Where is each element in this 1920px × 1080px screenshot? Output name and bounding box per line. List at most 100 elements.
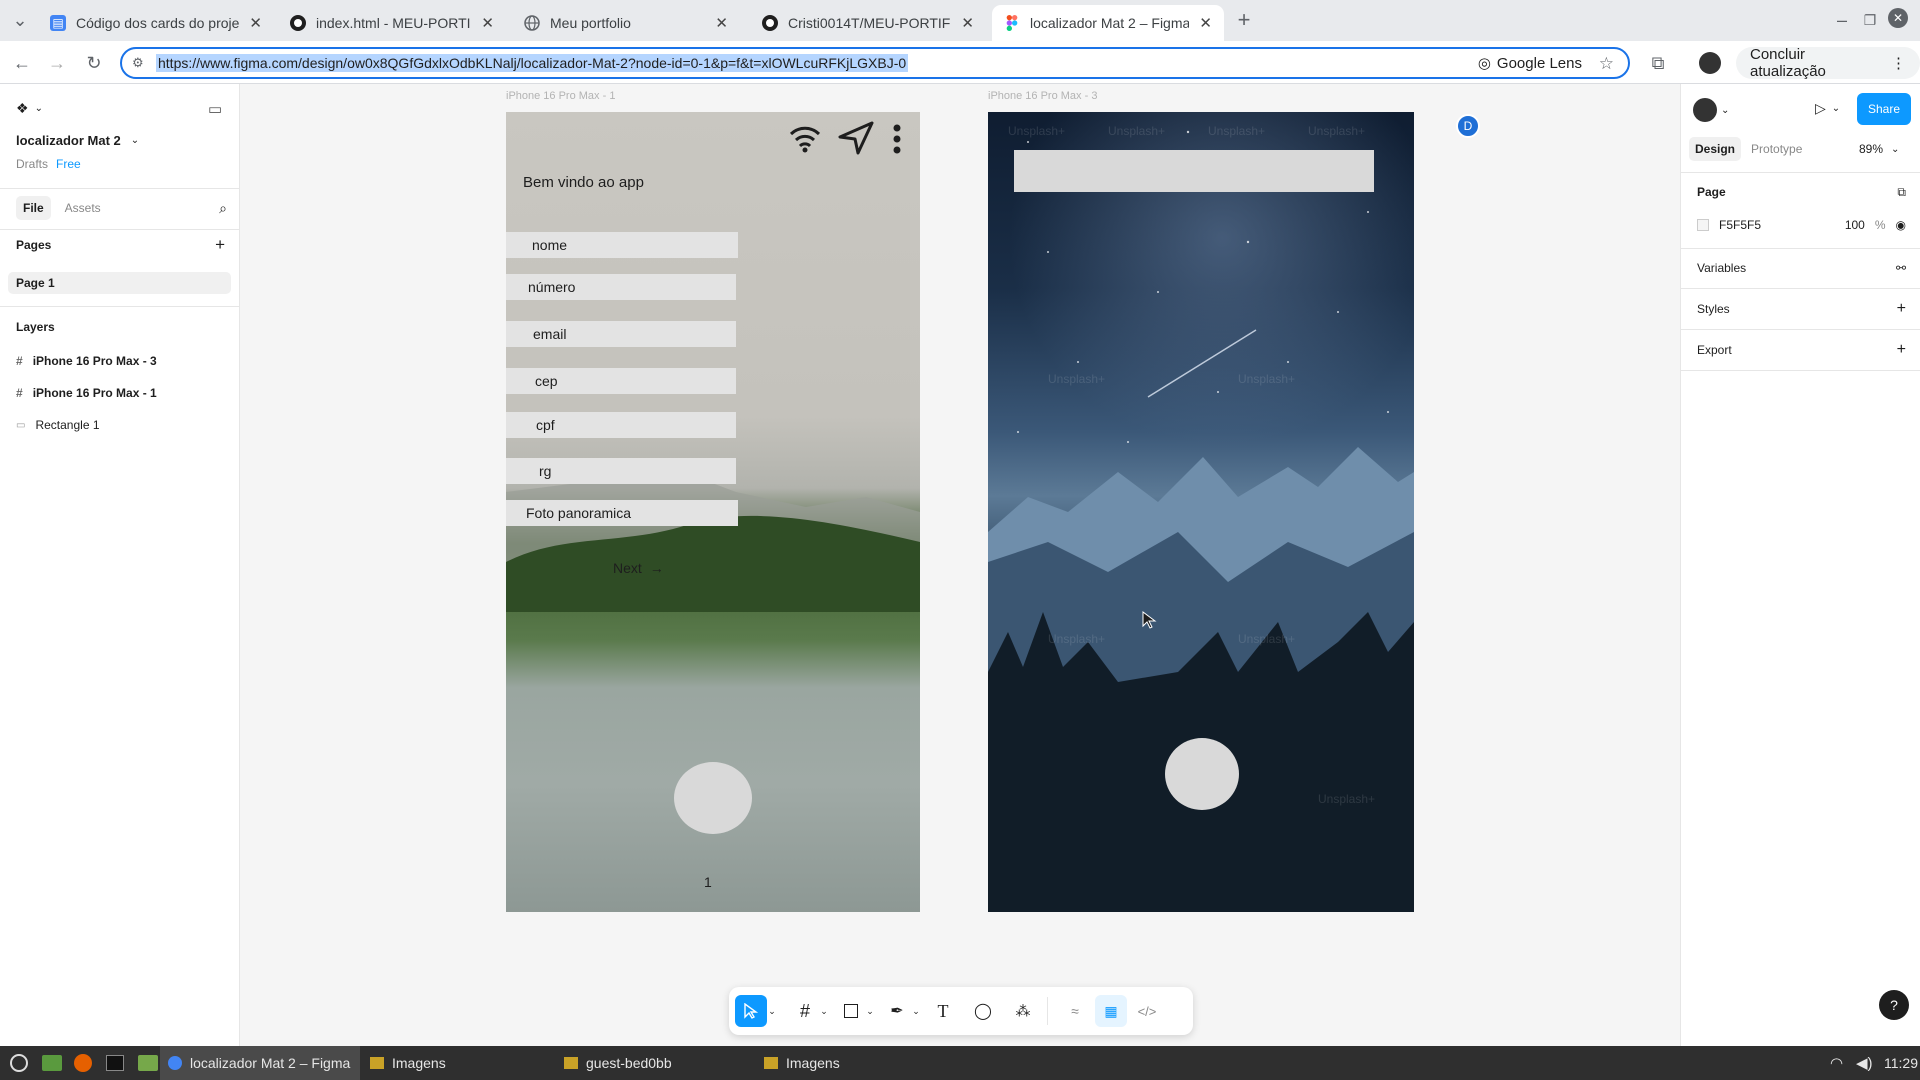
share-button[interactable]: Share xyxy=(1857,93,1911,125)
circle-button[interactable] xyxy=(674,762,752,834)
menu-icon[interactable] xyxy=(2,1046,36,1080)
browser-tab[interactable]: Meu portfolio ✕ xyxy=(512,5,740,41)
google-lens-button[interactable]: ◎ Google Lens xyxy=(1478,54,1582,73)
move-tool[interactable] xyxy=(735,995,767,1027)
chevron-down-icon[interactable]: ⌄ xyxy=(863,995,877,1027)
profile-avatar[interactable] xyxy=(1698,51,1722,75)
page-opacity-value[interactable]: 100 xyxy=(1845,218,1865,232)
right-sidebar: ⌄ ▷ ⌄ Share Design Prototype 89% ⌄ Page ⧉ F… xyxy=(1680,84,1920,1046)
url-text[interactable]: https://www.figma.com/design/ow0x8QGfGdx… xyxy=(156,54,909,72)
comment-tool-icon[interactable]: ◯ xyxy=(967,995,999,1027)
rg-field[interactable]: rg xyxy=(506,458,736,484)
add-style-icon[interactable]: + xyxy=(1897,300,1906,318)
name-field[interactable]: nome xyxy=(506,232,738,258)
frame-label[interactable]: iPhone 16 Pro Max - 3 xyxy=(988,90,1097,102)
account-avatar[interactable]: ⌄ xyxy=(1693,98,1729,122)
browser-tab-active[interactable]: localizador Mat 2 – Figma ✕ xyxy=(992,5,1224,41)
layer-item[interactable]: ▭ Rectangle 1 xyxy=(16,418,229,432)
collaborator-avatar[interactable]: D xyxy=(1456,114,1480,138)
close-icon[interactable]: ✕ xyxy=(961,14,974,32)
close-icon[interactable]: ✕ xyxy=(1199,14,1212,32)
file-name[interactable]: localizador Mat 2 ⌄ xyxy=(16,133,229,148)
tab-design[interactable]: Design xyxy=(1689,137,1742,161)
eye-icon[interactable]: ◉ xyxy=(1896,218,1906,232)
back-icon[interactable]: ← xyxy=(10,51,34,75)
tab-file[interactable]: File xyxy=(16,196,51,220)
reload-icon[interactable]: ↻ xyxy=(82,51,106,75)
chevron-down-icon[interactable]: ⌄ xyxy=(909,995,923,1027)
frame-label[interactable]: iPhone 16 Pro Max - 1 xyxy=(506,90,615,102)
taskbar-window-figma[interactable]: localizador Mat 2 – Figma ... xyxy=(160,1046,360,1080)
add-export-icon[interactable]: + xyxy=(1897,341,1906,359)
add-page-icon[interactable]: + xyxy=(215,235,225,255)
new-tab-icon[interactable]: + xyxy=(1232,7,1256,32)
rectangle-1[interactable] xyxy=(1014,150,1374,192)
site-info-icon[interactable]: ⚙ xyxy=(132,55,144,71)
cpf-field[interactable]: cpf xyxy=(506,412,736,438)
location-label[interactable]: Drafts xyxy=(16,157,48,171)
extensions-icon[interactable]: ⧉ xyxy=(1646,51,1670,75)
email-field[interactable]: email xyxy=(506,321,736,347)
tab-search-icon[interactable]: ⌄ xyxy=(8,8,32,32)
main-menu-button[interactable]: ❖ ⌄ ▭ xyxy=(16,100,229,118)
taskbar-window-imagens[interactable]: Imagens xyxy=(756,1046,848,1080)
photo-field[interactable]: Foto panoramica xyxy=(506,500,738,526)
layer-item[interactable]: # iPhone 16 Pro Max - 1 xyxy=(16,386,229,400)
browser-tab[interactable]: Cristi0014T/MEU-PORTIFOLIO ✕ xyxy=(750,5,986,41)
number-field[interactable]: número xyxy=(506,274,736,300)
taskbar-window-guest[interactable]: guest-bed0bb xyxy=(556,1046,680,1080)
address-bar[interactable]: ⚙ https://www.figma.com/design/ow0x8QGfG… xyxy=(120,47,1630,79)
github-icon xyxy=(762,15,778,31)
minimize-icon[interactable]: – xyxy=(1830,8,1854,32)
draw-tool-icon[interactable]: ≈ xyxy=(1059,995,1091,1027)
browser-tab[interactable]: index.html - MEU-PORTIFOLIO ✕ xyxy=(278,5,506,41)
search-icon[interactable]: ⌕ xyxy=(219,200,227,217)
close-icon[interactable]: ✕ xyxy=(715,14,728,32)
wifi-icon[interactable]: ◠ xyxy=(1822,1046,1851,1080)
restore-icon[interactable]: ❐ xyxy=(1858,8,1882,32)
dev-mode-icon[interactable]: </> xyxy=(1131,995,1163,1027)
circle-button[interactable] xyxy=(1165,738,1239,810)
globe-icon xyxy=(524,15,540,31)
clock[interactable]: 11:29 xyxy=(1876,1046,1920,1080)
page-settings-icon[interactable]: ⧉ xyxy=(1897,185,1906,200)
plan-badge[interactable]: Free xyxy=(56,157,81,171)
present-button[interactable]: ▷ ⌄ xyxy=(1815,100,1840,117)
browser-tab-bar: ⌄ ▤ Código dos cards do projeto ✕ index.… xyxy=(0,0,1920,41)
pages-header: Pages xyxy=(16,238,52,252)
iphone-frame-3[interactable]: Unsplash+ Unsplash+ Unsplash+ Unsplash+ … xyxy=(988,112,1414,912)
update-button[interactable]: Concluir atualização ⋮ xyxy=(1736,46,1920,80)
tab-prototype[interactable]: Prototype xyxy=(1751,142,1802,156)
toggle-sidebar-icon[interactable]: ▭ xyxy=(208,100,222,118)
resources-tool-icon[interactable]: ⁂ xyxy=(1007,995,1039,1027)
zoom-dropdown[interactable]: 89% ⌄ xyxy=(1859,142,1899,156)
chevron-down-icon[interactable]: ⌄ xyxy=(817,995,831,1027)
chevron-down-icon[interactable]: ⌄ xyxy=(765,995,779,1027)
iphone-frame-1[interactable]: Bem vindo ao app nome número email cep c… xyxy=(506,112,920,912)
design-mode-icon[interactable]: ▦ xyxy=(1095,995,1127,1027)
forward-icon[interactable]: → xyxy=(45,51,69,75)
help-button[interactable]: ? xyxy=(1879,990,1909,1020)
window-close-icon[interactable]: ✕ xyxy=(1888,8,1908,28)
tab-assets[interactable]: Assets xyxy=(65,201,101,215)
browser-tab[interactable]: ▤ Código dos cards do projeto ✕ xyxy=(38,5,274,41)
canvas[interactable]: iPhone 16 Pro Max - 1 iPhone 16 Pro Max … xyxy=(241,84,1679,1046)
firefox-icon[interactable] xyxy=(66,1046,100,1080)
page-item[interactable]: Page 1 xyxy=(8,272,231,294)
show-desktop-icon[interactable] xyxy=(34,1046,70,1080)
taskbar-window-imagens[interactable]: Imagens xyxy=(362,1046,454,1080)
close-icon[interactable]: ✕ xyxy=(481,14,494,32)
close-icon[interactable]: ✕ xyxy=(249,14,262,32)
percent-sign: % xyxy=(1874,218,1886,232)
layer-name: Rectangle 1 xyxy=(35,418,100,432)
page-color-input[interactable]: F5F5F5 xyxy=(1697,218,1761,232)
variables-settings-icon[interactable]: ⚯ xyxy=(1896,261,1906,275)
terminal-icon[interactable] xyxy=(98,1046,132,1080)
cep-field[interactable]: cep xyxy=(506,368,736,394)
layer-item[interactable]: # iPhone 16 Pro Max - 3 xyxy=(16,354,229,368)
next-button[interactable]: Next → xyxy=(613,560,664,576)
text-tool-icon[interactable]: T xyxy=(927,995,959,1027)
avatar xyxy=(1693,98,1717,122)
bookmark-star-icon[interactable]: ☆ xyxy=(1599,54,1614,74)
folder-icon xyxy=(370,1057,384,1069)
